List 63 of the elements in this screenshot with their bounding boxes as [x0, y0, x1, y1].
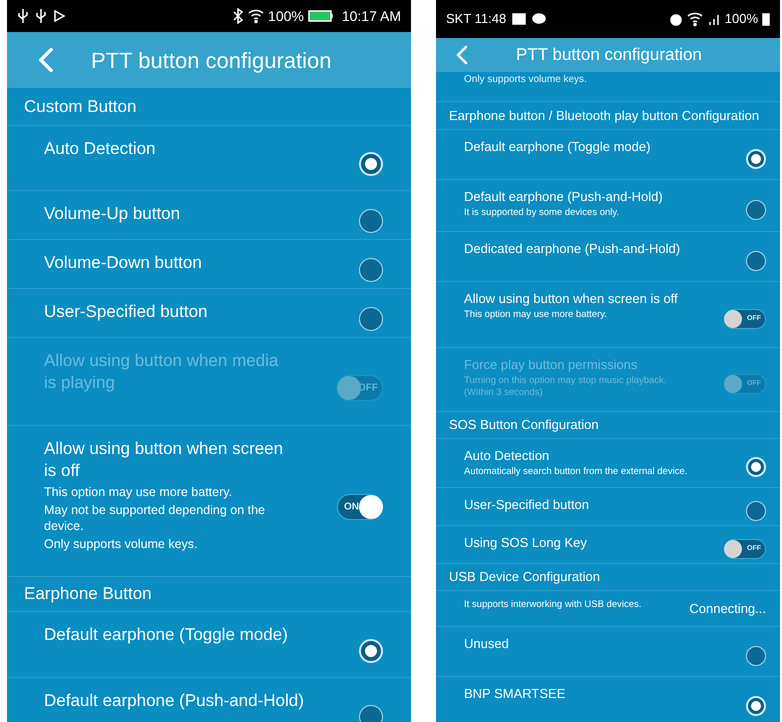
- option-label: Default earphone (Toggle mode): [44, 624, 289, 646]
- option-label: User-Specified button: [464, 496, 590, 513]
- option-description: Only supports volume keys.: [464, 73, 587, 87]
- back-button[interactable]: [454, 45, 470, 65]
- radio-button[interactable]: [746, 696, 766, 716]
- radio-button[interactable]: [746, 250, 766, 270]
- battery-icon: [762, 12, 770, 26]
- option-label: Force play button permissions: [464, 356, 638, 373]
- bluetooth-icon: [232, 8, 244, 24]
- radio-button[interactable]: [746, 457, 766, 477]
- section-header: Earphone Button: [24, 583, 152, 606]
- section-header: Earphone button / Bluetooth play button Configuration: [449, 106, 760, 125]
- wifi-icon: [686, 11, 703, 27]
- option-label: User-Specified button: [44, 301, 208, 323]
- option-description: Turning on this option may stop music playback.(Within 3 seconds): [464, 375, 668, 399]
- option-description: It is supported by some devices only.: [464, 207, 620, 219]
- radio-button[interactable]: [359, 209, 383, 233]
- option-label: Volume-Up button: [44, 203, 182, 225]
- connection-status: Connecting...: [689, 600, 766, 618]
- option-description: Automatically search button from the external device.: [464, 466, 688, 478]
- usb-icon: [17, 8, 29, 24]
- section-header: Custom Button: [24, 96, 136, 118]
- option-description: This option may use more battery.: [44, 484, 234, 500]
- section-header: USB Device Configuration: [449, 568, 600, 586]
- radio-button[interactable]: [746, 200, 766, 220]
- battery-icon: [308, 9, 334, 23]
- option-label: BNP SMARTSEE: [464, 685, 566, 702]
- signal-icon: [706, 12, 721, 26]
- screen-title: PTT button configuration: [91, 46, 332, 75]
- option-description: Only supports volume keys.: [44, 536, 199, 552]
- wifi-icon: [248, 8, 264, 24]
- option-label: Dedicated earphone (Push-and-Hold): [464, 240, 682, 257]
- usb-icon: [35, 8, 47, 24]
- status-time: 10:17 AM: [342, 6, 401, 26]
- status-time: SKT 11:48: [446, 10, 506, 28]
- radio-button[interactable]: [359, 307, 383, 331]
- option-label: Allow using button when screen is off: [464, 290, 678, 307]
- toggle-switch[interactable]: ON: [337, 494, 383, 520]
- screen-title: PTT button configuration: [516, 44, 702, 66]
- option-label: Unused: [464, 635, 510, 652]
- battery-percent: 100%: [268, 6, 304, 26]
- option-label: Allow using button when media is playing: [44, 350, 280, 394]
- battery-percent: 100%: [724, 10, 758, 28]
- option-label: Volume-Down button: [44, 252, 203, 274]
- option-label: Auto Detection: [44, 138, 157, 160]
- option-label: Auto Detection: [464, 447, 550, 464]
- option-label: Using SOS Long Key: [464, 534, 587, 551]
- option-description: It supports interworking with USB devices.: [464, 599, 642, 611]
- option-label: Allow using button when screen is off: [44, 438, 284, 482]
- section-header: SOS Button Configuration: [449, 416, 599, 434]
- play-icon: [53, 9, 65, 23]
- radio-button[interactable]: [359, 638, 383, 662]
- option-description: This option may use more battery.: [464, 309, 608, 321]
- option-label: Default earphone (Push-and-Hold): [464, 188, 664, 205]
- radio-button[interactable]: [359, 704, 383, 722]
- radio-button[interactable]: [746, 500, 766, 520]
- radio-button[interactable]: [359, 152, 383, 176]
- option-label: Default earphone (Toggle mode): [464, 138, 652, 155]
- radio-button[interactable]: [359, 258, 383, 282]
- option-description: May not be supported depending on the device.: [44, 502, 266, 534]
- option-label: Default earphone (Push-and-Hold): [44, 690, 305, 712]
- radio-button[interactable]: [746, 148, 766, 168]
- radio-button[interactable]: [746, 646, 766, 666]
